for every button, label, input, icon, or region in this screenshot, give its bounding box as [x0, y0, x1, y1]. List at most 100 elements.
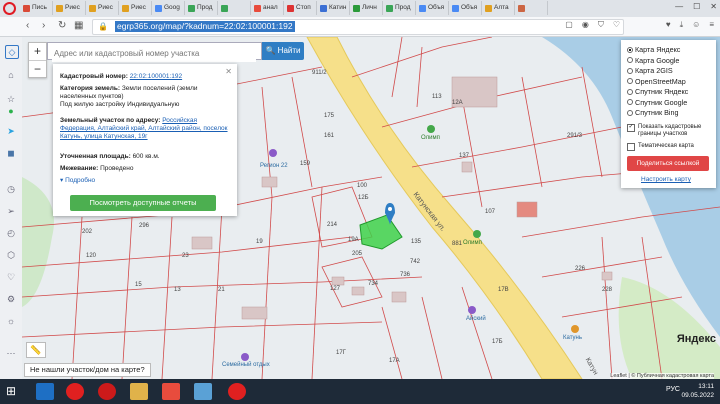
radio[interactable]	[627, 57, 633, 63]
setup-map-link[interactable]: Настроить карту	[641, 176, 691, 183]
browser-tab[interactable]: Алта	[483, 1, 515, 15]
ruler-icon[interactable]: 📏	[26, 342, 46, 358]
find-button[interactable]: 🔍 Найти	[262, 42, 304, 60]
poi-icon[interactable]	[473, 230, 481, 238]
grid-icon[interactable]: ▦	[74, 20, 83, 31]
map-area[interactable]: Катунская ул. Катун Олимп Катунь Айский …	[22, 37, 720, 379]
url-field[interactable]: 🔒 egrp365.org/map/?kadnum=22:02:100001:1…	[92, 19, 624, 35]
bookmark-icon[interactable]: ♥	[666, 20, 671, 30]
browser-tab[interactable]	[219, 1, 251, 15]
shield-icon[interactable]: ⛉	[598, 20, 604, 30]
forward-icon[interactable]: ›	[42, 20, 45, 31]
checkbox[interactable]: ✓	[627, 124, 635, 132]
layer-option[interactable]: Спутник Google	[627, 98, 687, 107]
view-reports-button[interactable]: Посмотреть доступные отчеты	[70, 195, 216, 211]
browser-tab[interactable]: Личн	[351, 1, 383, 15]
yandex-browser-icon[interactable]	[66, 383, 84, 400]
layer-option[interactable]: Карта Яндекс	[627, 45, 680, 54]
poi-icon[interactable]	[571, 325, 579, 333]
telegram-icon[interactable]: ➤	[5, 125, 17, 137]
ie-icon[interactable]	[36, 383, 54, 400]
tab-pages-icon[interactable]: ▢	[565, 20, 573, 30]
not-found-button[interactable]: Не нашли участок/дом на карте?	[24, 363, 151, 377]
more-icon[interactable]: ⋯	[5, 347, 17, 359]
opera-menu-icon[interactable]	[3, 2, 16, 15]
browser-tab[interactable]: Риес	[120, 1, 152, 15]
search-input[interactable]	[52, 45, 256, 62]
parcel-number: 135	[411, 239, 422, 245]
profile-icon[interactable]: ☺	[692, 20, 700, 30]
cadastral-checkbox-row[interactable]: ✓ Показать кадастровые границы участков	[627, 124, 713, 138]
clock-icon[interactable]: ◴	[5, 227, 17, 239]
cad-number-link[interactable]: 22:02:100001:192	[130, 73, 182, 80]
box-icon[interactable]: ⬡	[5, 249, 17, 261]
layer-option[interactable]: Карта Google	[627, 56, 679, 65]
back-icon[interactable]: ‹	[26, 20, 29, 31]
zoom-in-button[interactable]: +	[29, 43, 46, 61]
bulb-icon[interactable]: ☼	[5, 315, 17, 327]
app-icon[interactable]	[162, 383, 180, 400]
share-link-button[interactable]: Поделиться ссылкой	[627, 156, 709, 171]
browser-tab[interactable]	[516, 1, 548, 15]
radio[interactable]	[627, 109, 633, 116]
browser-tab[interactable]: Goog	[153, 1, 185, 15]
browser-tab[interactable]: Пись	[21, 1, 53, 15]
selected-parcel[interactable]	[359, 214, 403, 250]
whatsapp-icon[interactable]: ●	[5, 105, 17, 117]
poi-icon[interactable]	[468, 306, 476, 314]
speed-dial-icon[interactable]: ◇	[5, 45, 19, 59]
vk-icon[interactable]: ◼	[5, 147, 17, 159]
heart-sidebar-icon[interactable]: ♡	[5, 271, 17, 283]
radio[interactable]	[627, 78, 633, 84]
language-indicator[interactable]: РУС	[666, 386, 680, 393]
history-icon[interactable]: ◷	[5, 183, 17, 195]
browser-tab[interactable]: Прод	[384, 1, 416, 15]
download-icon[interactable]: ⤓	[680, 20, 684, 30]
tab-favicon-icon	[353, 4, 360, 12]
maximize-icon[interactable]: ☐	[693, 2, 700, 11]
reload-icon[interactable]: ↻	[58, 20, 66, 31]
browser-tab[interactable]: Риес	[54, 1, 86, 15]
address-label: Земельный участок по адресу:	[60, 117, 161, 124]
parcel-number: 100	[357, 183, 368, 189]
layer-option[interactable]: Карта 2GIS	[627, 66, 673, 75]
radio[interactable]	[627, 99, 633, 105]
layer-option[interactable]: Спутник Bing	[627, 108, 678, 117]
app-icon[interactable]	[194, 383, 212, 400]
close-icon[interactable]: ✕	[710, 2, 717, 11]
yandex-icon[interactable]	[228, 383, 246, 400]
star-icon[interactable]: ☆	[5, 93, 17, 105]
heart-icon[interactable]: ♡	[613, 20, 620, 30]
browser-tab[interactable]: Стоп	[285, 1, 317, 15]
settings-icon[interactable]: ⚙	[5, 293, 17, 305]
windows-start-icon[interactable]: ⊞	[6, 383, 24, 400]
browser-tab[interactable]: Катин	[318, 1, 350, 15]
menu-icon[interactable]: ≡	[709, 20, 714, 30]
clock[interactable]: 13:11 09.05.2022	[681, 382, 714, 400]
home-icon[interactable]: ⌂	[5, 69, 17, 81]
parcel-number: 19А	[348, 237, 359, 243]
browser-tab[interactable]: Объя	[450, 1, 482, 15]
browser-tab[interactable]: анал	[252, 1, 284, 15]
opera-icon[interactable]	[98, 383, 116, 400]
time: 13:11	[698, 383, 714, 390]
browser-tab[interactable]: Объя	[417, 1, 449, 15]
checkbox[interactable]	[627, 143, 635, 151]
camera-icon[interactable]: ◉	[582, 20, 589, 30]
thematic-checkbox-row[interactable]: Тематическая карта	[627, 143, 694, 151]
send-icon[interactable]: ➢	[5, 205, 17, 217]
browser-tab[interactable]: Прод	[186, 1, 218, 15]
radio[interactable]	[627, 67, 633, 74]
explorer-icon[interactable]	[130, 383, 148, 400]
browser-tab[interactable]: Риес	[87, 1, 119, 15]
zoom-out-button[interactable]: −	[29, 61, 46, 78]
poi-icon[interactable]	[269, 149, 277, 157]
layer-option[interactable]: Спутник Яндекс	[627, 87, 688, 96]
radio[interactable]	[627, 88, 633, 95]
radio[interactable]	[627, 46, 633, 53]
poi-icon[interactable]	[241, 353, 249, 361]
minimize-icon[interactable]: —	[675, 2, 683, 11]
layer-option[interactable]: OpenStreetMap	[627, 77, 686, 86]
poi-icon[interactable]	[427, 125, 435, 133]
more-link[interactable]: ▾ Подробно	[60, 177, 230, 185]
